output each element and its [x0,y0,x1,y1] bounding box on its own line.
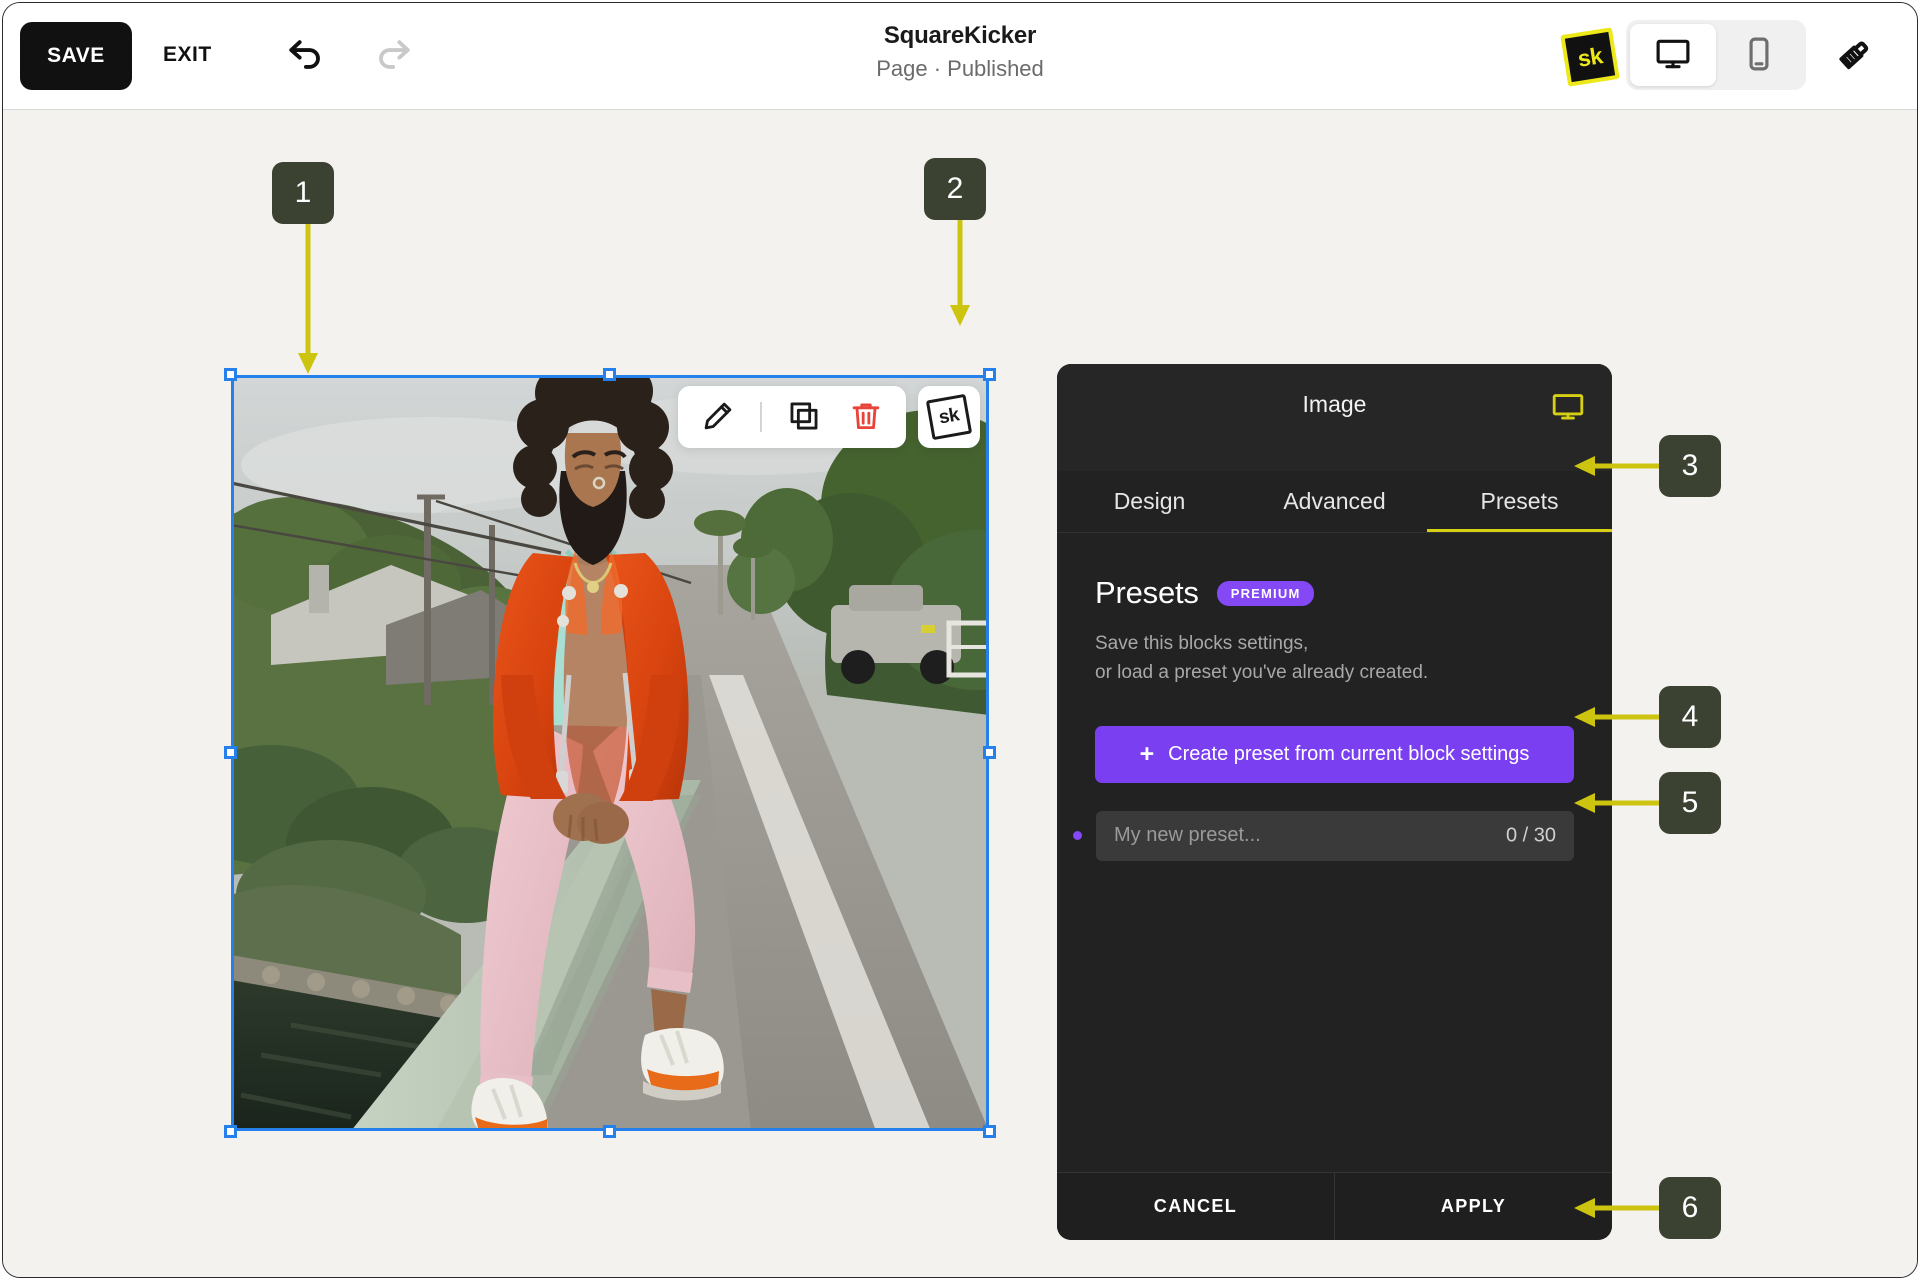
squarekicker-block-button[interactable]: sk [918,386,980,448]
resize-handle-bottom-right[interactable] [983,1125,996,1138]
edit-block-button[interactable] [698,397,738,437]
apply-button[interactable]: APPLY [1335,1173,1612,1240]
squarekicker-logo-badge[interactable]: sk [1560,27,1620,87]
presets-heading: Presets [1095,575,1199,610]
preset-name-row: 0 / 30 [1073,810,1574,861]
presets-description-line-2: or load a preset you've already created. [1095,662,1429,684]
squarekicker-settings-panel: Image Design Advanced Presets Presets PR… [1057,364,1612,1240]
redo-arrow-icon [370,33,414,80]
preset-name-input[interactable] [1096,810,1574,861]
callout-badge-5: 5 [1659,772,1721,834]
resize-handle-top-center[interactable] [603,368,616,381]
resize-handle-top-right[interactable] [983,368,996,381]
block-action-toolbar[interactable] [678,386,906,448]
browser-window-frame: SAVE EXIT SquareKicker Page · Published … [2,2,1918,1278]
toolbar-divider [760,402,762,432]
duplicate-icon [787,399,821,436]
preset-status-dot [1073,831,1082,841]
exit-button[interactable]: EXIT [163,43,212,67]
presets-description: Save this blocks settings, or load a pre… [1095,629,1574,688]
cancel-button[interactable]: CANCEL [1057,1173,1334,1240]
tab-advanced[interactable]: Advanced [1242,471,1427,532]
resize-handle-top-left[interactable] [224,368,237,381]
callout-arrow-2 [949,219,971,327]
tab-presets[interactable]: Presets [1427,471,1612,532]
undo-arrow-icon [285,33,329,80]
paintbrush-icon [1829,30,1879,83]
panel-footer: CANCEL APPLY [1057,1172,1612,1240]
undo-button[interactable] [280,29,334,83]
callout-badge-2: 2 [924,158,986,220]
editor-canvas: sk Image Design Advanced Presets Presets… [3,110,1917,1277]
duplicate-block-button[interactable] [784,397,824,437]
callout-badge-4: 4 [1659,686,1721,748]
app-root: SAVE EXIT SquareKicker Page · Published … [0,0,1920,1280]
resize-handle-middle-left[interactable] [224,746,237,759]
resize-handle-bottom-left[interactable] [224,1125,237,1138]
premium-badge: PREMIUM [1216,580,1314,606]
create-preset-button[interactable]: + Create preset from current block setti… [1095,725,1574,783]
style-brush-button[interactable] [1825,27,1883,85]
delete-block-button[interactable] [846,397,886,437]
device-preview-toggle[interactable] [1626,20,1806,90]
monitor-icon [1550,389,1586,428]
resize-handle-middle-right[interactable] [983,746,996,759]
panel-title: Image [1302,391,1367,417]
save-button[interactable]: SAVE [20,22,132,90]
callout-badge-3: 3 [1659,435,1721,497]
editor-top-bar: SAVE EXIT SquareKicker Page · Published … [3,3,1917,110]
presets-heading-row: Presets PREMIUM [1095,575,1574,611]
image-content [231,375,989,1131]
panel-tab-bar[interactable]: Design Advanced Presets [1057,471,1612,533]
callout-badge-1: 1 [272,162,334,224]
panel-content-presets: Presets PREMIUM Save this blocks setting… [1057,533,1612,1172]
panel-header: Image [1057,364,1612,471]
trash-icon [849,399,883,436]
presets-description-line-1: Save this blocks settings, [1095,633,1309,654]
create-preset-label: Create preset from current block setting… [1168,742,1530,765]
callout-arrow-1 [297,223,319,375]
panel-device-desktop-button[interactable] [1548,388,1588,428]
resize-handle-bottom-center[interactable] [603,1125,616,1138]
tab-design[interactable]: Design [1057,471,1242,532]
callout-badge-6: 6 [1659,1177,1721,1239]
device-desktop-option[interactable] [1630,24,1716,86]
sk-block-logo: sk [925,393,973,441]
redo-button[interactable] [365,29,419,83]
phone-icon [1740,35,1778,76]
sk-logo-text: sk [1560,27,1620,87]
plus-icon: + [1139,739,1155,768]
pencil-icon [701,399,735,436]
selected-image-block[interactable] [224,368,996,1138]
device-mobile-option[interactable] [1716,24,1802,86]
monitor-icon [1654,35,1692,76]
